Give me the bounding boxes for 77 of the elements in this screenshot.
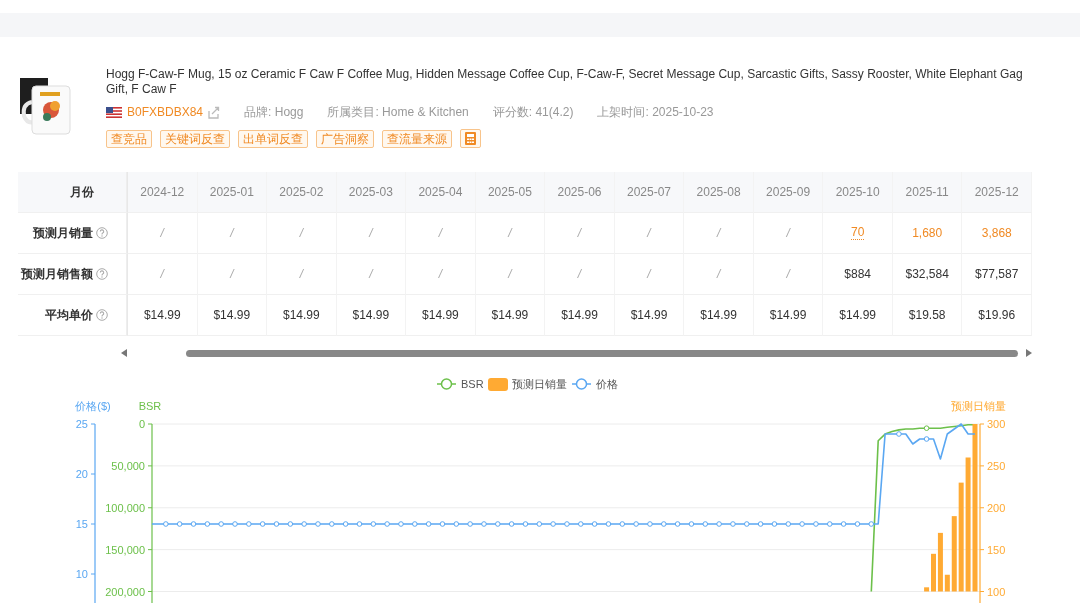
table-cell-value: $14.99 bbox=[769, 308, 807, 322]
table-cell-value: / bbox=[508, 267, 512, 281]
table-cell-value: $14.99 bbox=[283, 308, 320, 322]
table-cell-value: $14.99 bbox=[630, 308, 668, 322]
axis-tick-label: 10 bbox=[75, 568, 88, 580]
column-header: 2025-10 bbox=[835, 185, 880, 199]
axis-tick-label: 150,000 bbox=[105, 543, 145, 556]
table-cell-value: $14.99 bbox=[491, 308, 529, 322]
table-cell-value: / bbox=[647, 267, 651, 281]
table-cell-value: $14.99 bbox=[700, 308, 737, 322]
table-cell-value: / bbox=[577, 226, 582, 240]
column-header: 2025-08 bbox=[696, 185, 741, 199]
table-cell-value: $884 bbox=[844, 267, 871, 281]
axis-tick-label: 50,000 bbox=[111, 459, 145, 472]
table-cell-value: / bbox=[160, 267, 164, 281]
meta-text: 品牌: Hogg bbox=[244, 103, 304, 121]
column-header: 月份 bbox=[70, 183, 94, 201]
table-cell-value: $19.58 bbox=[908, 308, 946, 322]
table-cell-value: / bbox=[369, 267, 373, 281]
table-cell-value: $19.96 bbox=[978, 308, 1016, 322]
column-header: 2025-09 bbox=[766, 185, 811, 199]
table-cell-value: / bbox=[160, 226, 164, 240]
column-header: 2025-01 bbox=[209, 185, 254, 199]
column-header: 2025-02 bbox=[279, 185, 324, 199]
axis-tick-label: 25 bbox=[75, 418, 88, 430]
table-cell-value: / bbox=[230, 226, 234, 240]
column-header: 2025-06 bbox=[557, 185, 602, 199]
column-header: 2025-05 bbox=[487, 185, 532, 199]
table-cell-value: / bbox=[438, 226, 443, 240]
axis-tick-label: 200,000 bbox=[105, 585, 145, 598]
meta-text: 所属类目: Home & Kitchen bbox=[327, 103, 469, 121]
axis-tick-label: 150 bbox=[987, 543, 1006, 556]
table-cell-value: / bbox=[299, 226, 303, 240]
meta-text: 上架时间: 2025-10-23 bbox=[597, 103, 714, 121]
table-cell-value: / bbox=[786, 226, 790, 240]
row-label: 预测月销售额 bbox=[21, 265, 93, 283]
column-header: 2025-03 bbox=[348, 185, 393, 199]
table-cell-value: $14.99 bbox=[352, 308, 390, 322]
axis-title: 价格($) bbox=[75, 400, 111, 412]
table-cell-value: / bbox=[438, 267, 443, 281]
table-cell-value: / bbox=[716, 267, 721, 281]
table-cell-value: $14.99 bbox=[143, 308, 181, 322]
axis-tick-label: 0 bbox=[138, 418, 145, 430]
axis-tick-label: 15 bbox=[75, 518, 88, 530]
axis-title: BSR bbox=[138, 400, 162, 412]
row-label: 平均单价 bbox=[45, 306, 93, 324]
axis-tick-label: 100,000 bbox=[105, 501, 145, 514]
table-cell-value: / bbox=[230, 267, 234, 281]
column-header: 2025-12 bbox=[974, 185, 1019, 199]
table-cell-value: / bbox=[508, 226, 512, 240]
row-label: 预测月销量 bbox=[33, 224, 93, 242]
table-cell-value: / bbox=[369, 226, 373, 240]
table-cell-value: / bbox=[716, 226, 721, 240]
column-header: 2025-11 bbox=[905, 185, 949, 199]
column-header: 2025-07 bbox=[627, 185, 672, 199]
table-cell-value: / bbox=[647, 226, 651, 240]
meta-text: 评分数: 41(4.2) bbox=[492, 103, 574, 121]
axis-tick-label: 250 bbox=[987, 459, 1006, 472]
table-cell-value: 3,868 bbox=[981, 226, 1012, 240]
table-cell-value: / bbox=[577, 267, 582, 281]
column-header: 2025-04 bbox=[418, 185, 463, 199]
table-cell-value: $77,587 bbox=[975, 267, 1019, 281]
table-cell-value: $14.99 bbox=[422, 308, 459, 322]
table-cell-value: 1,680 bbox=[912, 226, 943, 240]
axis-tick-label: 100 bbox=[987, 585, 1006, 598]
table-cell-value: $14.99 bbox=[839, 308, 876, 322]
axis-tick-label: 20 bbox=[75, 468, 88, 480]
table-cell-value: $14.99 bbox=[561, 308, 598, 322]
table-cell-value: / bbox=[299, 267, 303, 281]
table-cell-value: $32,584 bbox=[905, 267, 949, 281]
table-cell-value: / bbox=[786, 267, 790, 281]
axis-tick-label: 300 bbox=[987, 418, 1006, 430]
axis-title: 预测日销量 bbox=[950, 400, 1006, 412]
column-header: 2024-12 bbox=[140, 185, 185, 199]
product-title: Hogg F-Caw-F Mug, 15 oz Ceramic F Caw F Coffee Mug, Hidden Message Coffee Cup, F-Caw-F, Secret Message Cup, Sarcastic Gifts, Sassy Rooster, White Elephant Gag Gift, F Caw F bbox=[106, 67, 1024, 97]
axis-tick-label: 200 bbox=[987, 501, 1006, 514]
table-cell-value: $14.99 bbox=[213, 308, 251, 322]
